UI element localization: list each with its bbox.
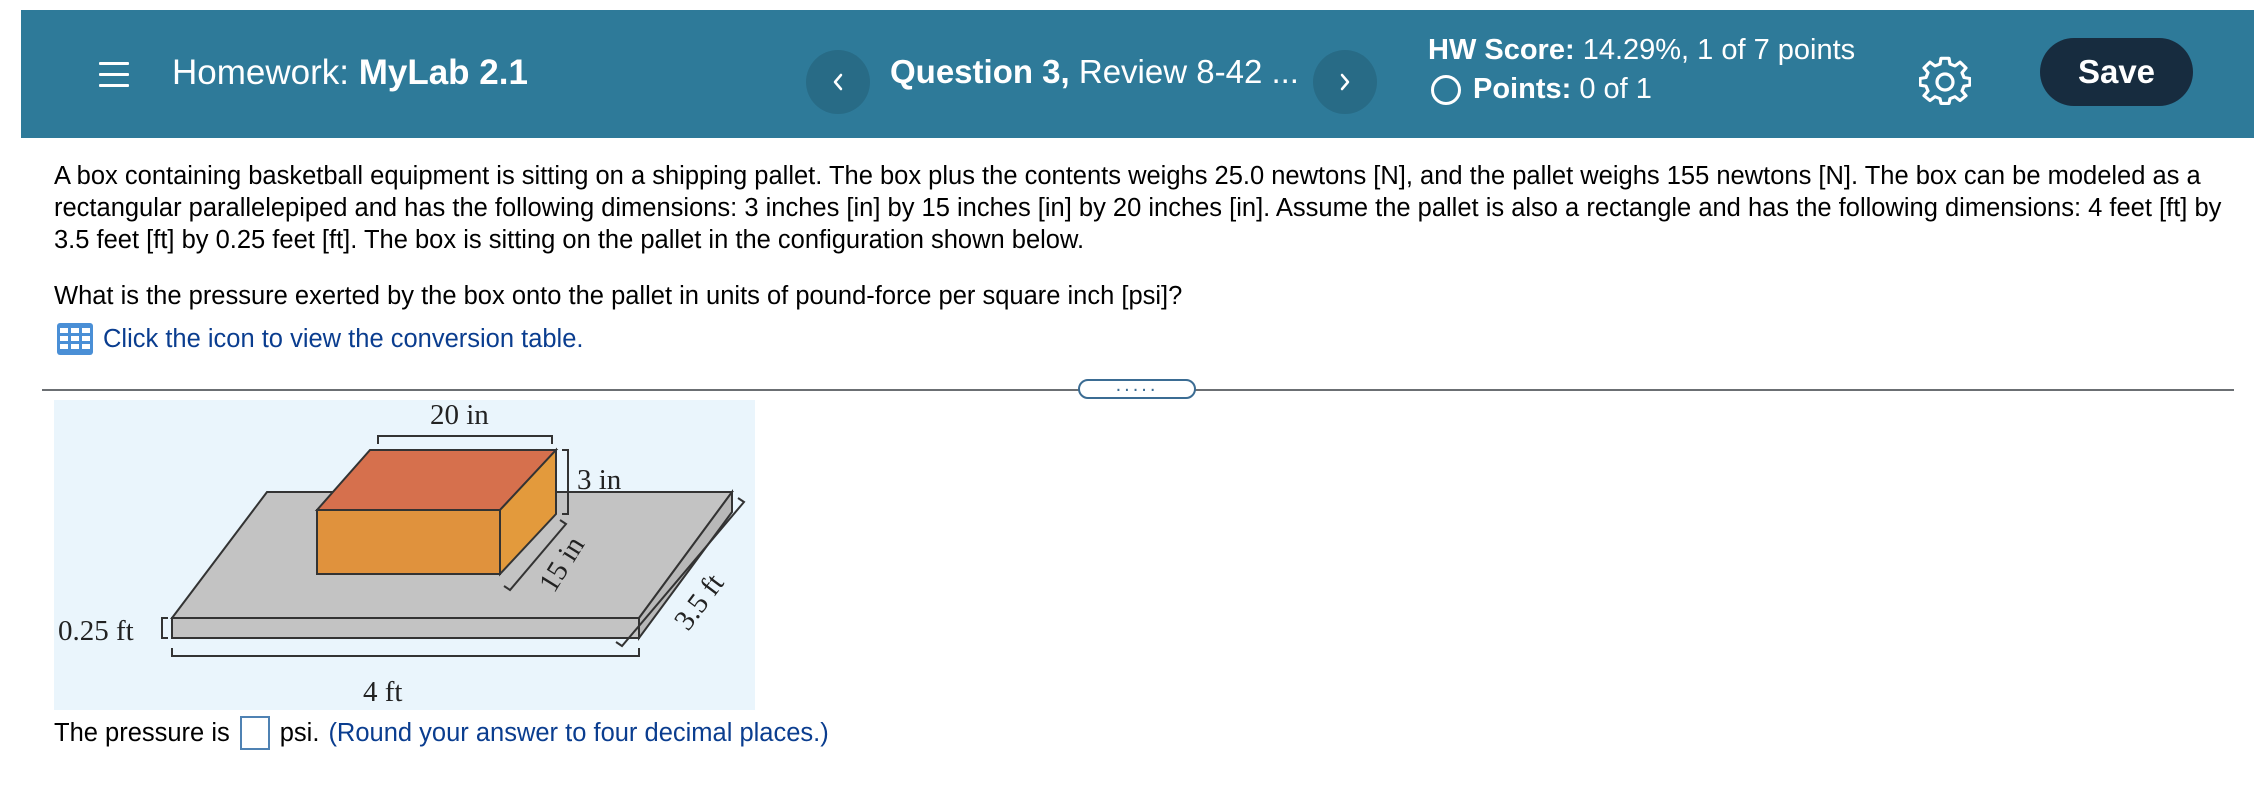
answer-prefix: The pressure is: [54, 718, 230, 747]
question-points: Points: 0 of 1: [1428, 73, 1652, 106]
next-question-button[interactable]: [1313, 50, 1377, 114]
hw-score: HW Score: 14.29%, 1 of 7 points: [1428, 34, 1855, 67]
table-grid-icon[interactable]: [56, 322, 94, 356]
divider-resize-handle[interactable]: .....: [1078, 374, 1196, 399]
points-value: 0 of 1: [1579, 73, 1652, 105]
previous-question-button[interactable]: [806, 50, 870, 114]
homework-name: MyLab 2.1: [358, 53, 528, 92]
answer-hint: (Round your answer to four decimal place…: [328, 718, 829, 747]
dimension-4ft-bracket: [171, 648, 640, 657]
hw-score-label: HW Score:: [1428, 34, 1575, 66]
pressure-answer-input[interactable]: [239, 716, 270, 750]
points-label: Points:: [1473, 73, 1572, 105]
save-button[interactable]: Save: [2040, 38, 2193, 106]
chevron-left-icon: [833, 73, 843, 91]
label-025ft: 0.25 ft: [58, 615, 134, 647]
label-3in: 3 in: [577, 464, 622, 496]
question-number: Question 3,: [890, 53, 1070, 90]
question-prompt: What is the pressure exerted by the box …: [54, 282, 1183, 310]
problem-statement: A box containing basketball equipment is…: [54, 162, 2222, 254]
question-name: Review 8-42 ...: [1078, 53, 1299, 90]
conversion-table-link-text[interactable]: Click the icon to view the conversion ta…: [103, 325, 584, 354]
dimension-20in-bracket: [377, 435, 553, 444]
dimension-025ft-bracket: [161, 617, 168, 639]
conversion-table-link[interactable]: Click the icon to view the conversion ta…: [56, 322, 584, 356]
answer-unit: psi.: [279, 718, 320, 747]
hw-score-value: 14.29%, 1 of 7 points: [1582, 34, 1856, 66]
top-bar: Homework: MyLab 2.1 Question 3, Review 8…: [21, 10, 2254, 138]
box-pallet-figure: 20 in 3 in 15 in 3.5 ft 0.25 ft 4 ft: [54, 400, 755, 710]
homework-prefix: Homework:: [172, 53, 349, 92]
box-pallet-diagram: 20 in 3 in 15 in 3.5 ft 0.25 ft 4 ft: [58, 400, 746, 708]
answer-row: The pressure is psi. (Round your answer …: [54, 716, 829, 750]
settings-gear-icon[interactable]: [1919, 56, 1971, 108]
label-4ft: 4 ft: [363, 676, 402, 708]
status-circle-icon: [1431, 74, 1461, 105]
question-title: Question 3, Review 8-42 ...: [890, 53, 1299, 91]
pallet-front: [171, 617, 640, 639]
chevron-right-icon: [1340, 73, 1350, 91]
homework-title: Homework: MyLab 2.1: [172, 53, 528, 93]
menu-icon[interactable]: [99, 62, 129, 88]
label-20in: 20 in: [430, 400, 489, 431]
box-front: [316, 509, 501, 575]
more-dots-icon: .....: [1115, 374, 1159, 396]
